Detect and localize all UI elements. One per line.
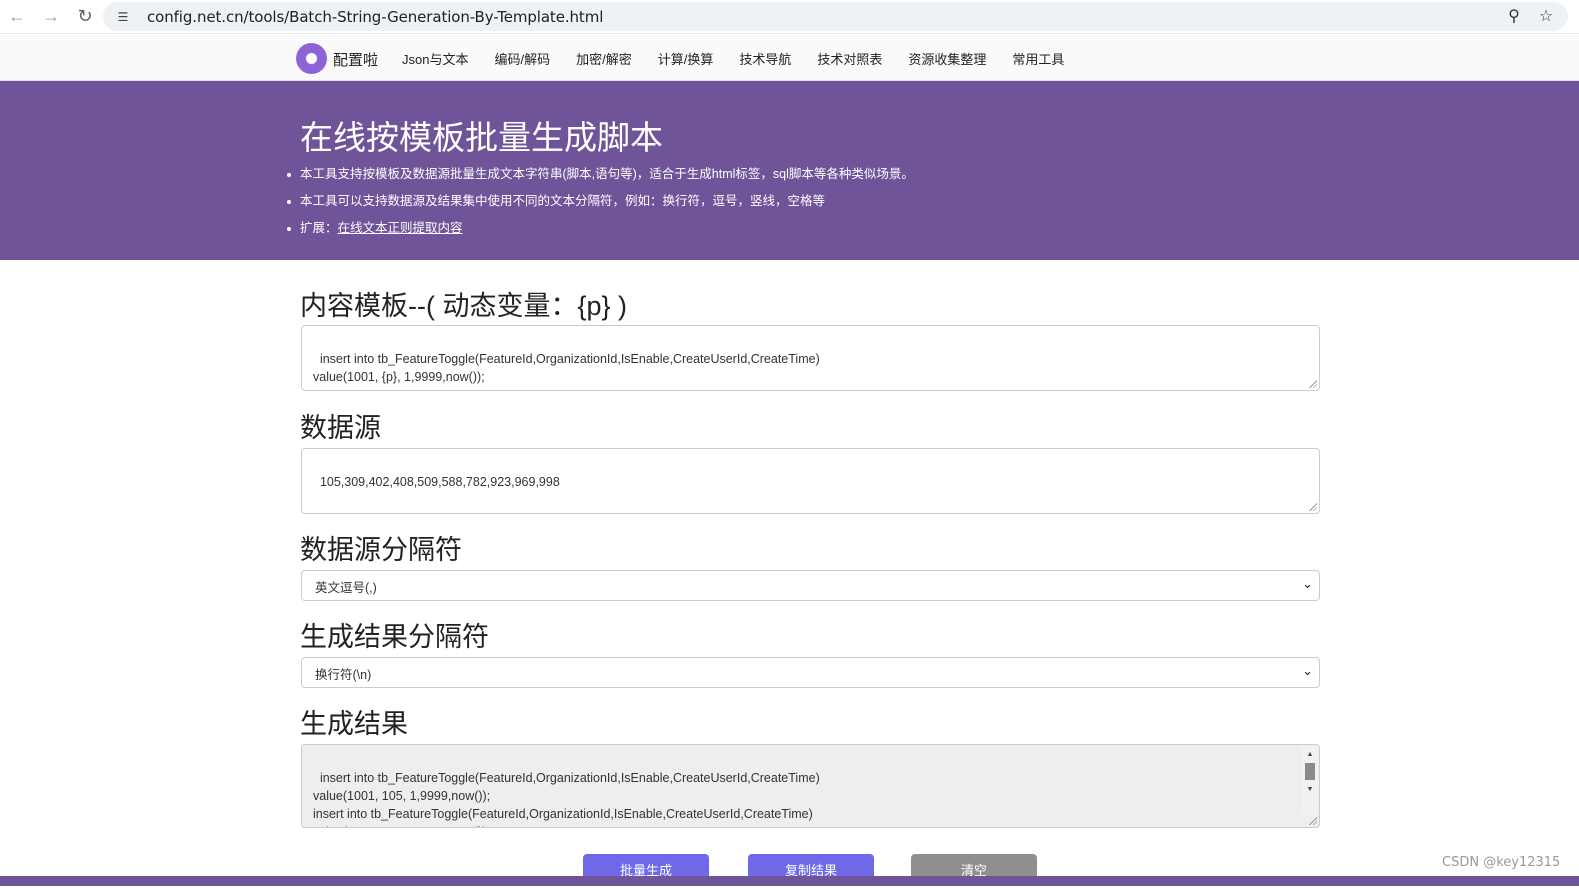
template-heading: 内容模板--( 动态变量：{p} ) — [300, 291, 628, 321]
browser-toolbar: ← → ↻ ☰ config.net.cn/tools/Batch-String… — [0, 0, 1579, 34]
chevron-down-icon: ⌄ — [1302, 576, 1313, 591]
hero-banner: 在线按模板批量生成脚本 本工具支持按模板及数据源批量生成文本字符串(脚本,语句等… — [0, 81, 1579, 260]
extension-label: 扩展： — [300, 221, 338, 235]
template-text: insert into tb_FeatureToggle(FeatureId,O… — [313, 352, 820, 384]
resize-handle-icon[interactable] — [1308, 379, 1317, 388]
reload-icon[interactable]: ↻ — [68, 2, 102, 32]
result-separator-heading: 生成结果分隔符 — [300, 622, 489, 652]
result-textarea[interactable]: insert into tb_FeatureToggle(FeatureId,O… — [301, 744, 1320, 828]
result-text: insert into tb_FeatureToggle(FeatureId,O… — [313, 771, 820, 827]
hero-bullet-extension: 扩展：在线文本正则提取内容 — [287, 215, 914, 242]
scroll-down-icon[interactable]: ▼ — [1302, 783, 1318, 797]
menu-item-encryption[interactable]: 加密/解密 — [576, 49, 632, 68]
scroll-up-icon[interactable]: ▲ — [1302, 748, 1318, 762]
site-navbar: 配置啦 Json与文本 编码/解码 加密/解密 计算/换算 技术导航 技术对照表… — [0, 35, 1579, 81]
result-scrollbar[interactable]: ▲ ▼ — [1302, 746, 1318, 815]
result-separator-value: 换行符(\n) — [315, 668, 372, 682]
bookmark-star-icon[interactable]: ☆ — [1536, 6, 1556, 26]
brand-name[interactable]: 配置啦 — [333, 49, 378, 70]
hero-bullet: 本工具支持按模板及数据源批量生成文本字符串(脚本,语句等)，适合于生成html标… — [287, 161, 914, 188]
data-source-text: 105,309,402,408,509,588,782,923,969,998 — [319, 475, 560, 489]
address-bar[interactable]: ☰ config.net.cn/tools/Batch-String-Gener… — [103, 2, 1568, 31]
url-text[interactable]: config.net.cn/tools/Batch-String-Generat… — [147, 8, 603, 26]
resize-handle-icon[interactable] — [1308, 816, 1317, 825]
menu-item-tech-nav[interactable]: 技术导航 — [739, 49, 791, 68]
menu-item-common-tools[interactable]: 常用工具 — [1012, 49, 1064, 68]
data-source-heading: 数据源 — [300, 413, 381, 443]
hero-bullet: 本工具可以支持数据源及结果集中使用不同的文本分隔符，例如：换行符，逗号，竖线，空… — [287, 188, 914, 215]
scrollbar-thumb[interactable] — [1305, 763, 1315, 780]
menu-item-json[interactable]: Json与文本 — [402, 49, 468, 68]
site-info-icon[interactable]: ☰ — [113, 7, 133, 27]
zoom-icon[interactable]: ⚲ — [1504, 6, 1524, 26]
hero-bullets: 本工具支持按模板及数据源批量生成文本字符串(脚本,语句等)，适合于生成html标… — [287, 161, 914, 242]
template-textarea[interactable]: insert into tb_FeatureToggle(FeatureId,O… — [301, 325, 1320, 391]
site-logo-icon[interactable] — [296, 43, 327, 74]
source-separator-select[interactable]: 英文逗号(,) ⌄ — [301, 570, 1320, 601]
chevron-down-icon: ⌄ — [1302, 663, 1313, 678]
menu-item-resources[interactable]: 资源收集整理 — [908, 49, 986, 68]
source-separator-value: 英文逗号(,) — [315, 581, 377, 595]
menu-item-tech-table[interactable]: 技术对照表 — [817, 49, 882, 68]
menu-item-calculation[interactable]: 计算/换算 — [658, 49, 714, 68]
csdn-watermark: CSDN @key12315 — [1442, 855, 1561, 870]
footer-bar — [0, 876, 1579, 886]
result-separator-select[interactable]: 换行符(\n) ⌄ — [301, 657, 1320, 688]
result-heading: 生成结果 — [300, 709, 408, 739]
menu-item-encoding[interactable]: 编码/解码 — [494, 49, 550, 68]
main-menu: Json与文本 编码/解码 加密/解密 计算/换算 技术导航 技术对照表 资源收… — [402, 49, 1090, 68]
regex-extract-link[interactable]: 在线文本正则提取内容 — [338, 221, 463, 235]
forward-icon[interactable]: → — [34, 2, 68, 32]
page-title: 在线按模板批量生成脚本 — [300, 119, 663, 156]
data-source-textarea[interactable]: 105,309,402,408,509,588,782,923,969,998 — [301, 448, 1320, 514]
resize-handle-icon[interactable] — [1308, 502, 1317, 511]
back-icon[interactable]: ← — [0, 2, 34, 32]
source-separator-heading: 数据源分隔符 — [300, 535, 462, 565]
